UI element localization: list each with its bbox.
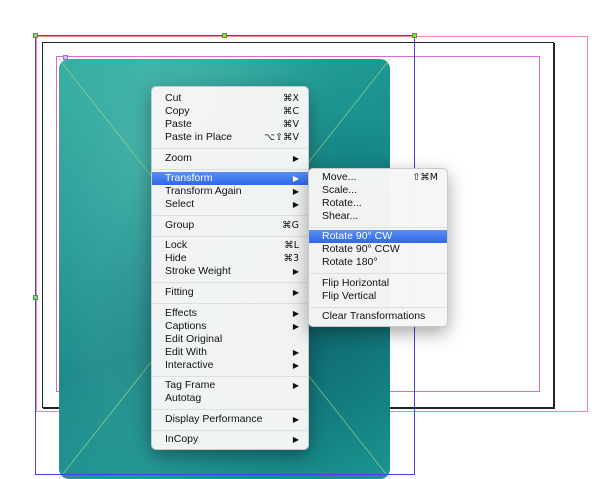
menu-separator xyxy=(153,303,307,304)
submenu-arrow-icon: ▶ xyxy=(292,381,299,390)
submenu-item-rotate-90-ccw[interactable]: Rotate 90° CCW xyxy=(309,243,447,256)
menu-separator xyxy=(310,273,446,274)
menu-item-transform[interactable]: Transform ▶ xyxy=(152,172,308,185)
submenu-arrow-icon: ▶ xyxy=(292,154,299,163)
menu-item-group[interactable]: Group ⌘G xyxy=(152,219,308,232)
submenu-arrow-icon: ▶ xyxy=(292,361,299,370)
selection-handle-top-left[interactable] xyxy=(33,33,38,38)
menu-separator xyxy=(153,376,307,377)
submenu-item-rotate[interactable]: Rotate... xyxy=(309,197,447,210)
submenu-arrow-icon: ▶ xyxy=(292,200,299,209)
submenu-item-move[interactable]: Move... ⇧⌘M xyxy=(309,171,447,184)
menu-separator xyxy=(153,148,307,149)
submenu-arrow-icon: ▶ xyxy=(292,174,299,183)
menu-item-hide[interactable]: Hide ⌘3 xyxy=(152,252,308,265)
selection-handle-middle-left[interactable] xyxy=(33,295,38,300)
menu-item-captions[interactable]: Captions ▶ xyxy=(152,320,308,333)
submenu-item-shear[interactable]: Shear... xyxy=(309,210,447,223)
menu-separator xyxy=(310,227,446,228)
menu-item-effects[interactable]: Effects ▶ xyxy=(152,307,308,320)
submenu-item-scale[interactable]: Scale... xyxy=(309,184,447,197)
menu-item-paste-in-place[interactable]: Paste in Place ⌥⇧⌘V xyxy=(152,131,308,144)
menu-item-paste[interactable]: Paste ⌘V xyxy=(152,118,308,131)
menu-item-fitting[interactable]: Fitting ▶ xyxy=(152,286,308,299)
selection-handle-top-right[interactable] xyxy=(412,33,417,38)
menu-item-display-performance[interactable]: Display Performance ▶ xyxy=(152,413,308,426)
menu-item-autotag[interactable]: Autotag xyxy=(152,392,308,405)
submenu-arrow-icon: ▶ xyxy=(292,322,299,331)
menu-separator xyxy=(153,169,307,170)
menu-item-incopy[interactable]: InCopy ▶ xyxy=(152,433,308,446)
submenu-item-rotate-90-cw[interactable]: Rotate 90° CW xyxy=(309,230,447,243)
menu-item-edit-original[interactable]: Edit Original xyxy=(152,333,308,346)
submenu-arrow-icon: ▶ xyxy=(292,309,299,318)
submenu-arrow-icon: ▶ xyxy=(292,435,299,444)
submenu-item-clear-transformations[interactable]: Clear Transformations xyxy=(309,310,447,323)
menu-item-cut[interactable]: Cut ⌘X xyxy=(152,92,308,105)
submenu-arrow-icon: ▶ xyxy=(292,415,299,424)
menu-item-select[interactable]: Select ▶ xyxy=(152,198,308,211)
menu-item-transform-again[interactable]: Transform Again ▶ xyxy=(152,185,308,198)
menu-item-tag-frame[interactable]: Tag Frame ▶ xyxy=(152,379,308,392)
menu-item-zoom[interactable]: Zoom ▶ xyxy=(152,152,308,165)
submenu-item-rotate-180[interactable]: Rotate 180° xyxy=(309,256,447,269)
context-menu: Cut ⌘X Copy ⌘C Paste ⌘V Paste in Place ⌥⇧⌘V … xyxy=(151,86,309,450)
menu-separator xyxy=(153,430,307,431)
menu-item-lock[interactable]: Lock ⌘L xyxy=(152,239,308,252)
submenu-item-flip-vertical[interactable]: Flip Vertical xyxy=(309,290,447,303)
selection-handle-top-center[interactable] xyxy=(222,33,227,38)
menu-item-interactive[interactable]: Interactive ▶ xyxy=(152,359,308,372)
submenu-arrow-icon: ▶ xyxy=(292,288,299,297)
menu-item-edit-with[interactable]: Edit With ▶ xyxy=(152,346,308,359)
submenu-arrow-icon: ▶ xyxy=(292,348,299,357)
menu-separator xyxy=(310,307,446,308)
submenu-arrow-icon: ▶ xyxy=(292,187,299,196)
submenu-item-flip-horizontal[interactable]: Flip Horizontal xyxy=(309,277,447,290)
menu-item-copy[interactable]: Copy ⌘C xyxy=(152,105,308,118)
menu-item-stroke-weight[interactable]: Stroke Weight ▶ xyxy=(152,265,308,278)
content-handle[interactable] xyxy=(63,55,68,60)
submenu-arrow-icon: ▶ xyxy=(292,267,299,276)
menu-separator xyxy=(153,282,307,283)
transform-submenu: Move... ⇧⌘M Scale... Rotate... Shear... R… xyxy=(308,168,448,327)
menu-separator xyxy=(153,215,307,216)
menu-separator xyxy=(153,409,307,410)
menu-separator xyxy=(153,236,307,237)
